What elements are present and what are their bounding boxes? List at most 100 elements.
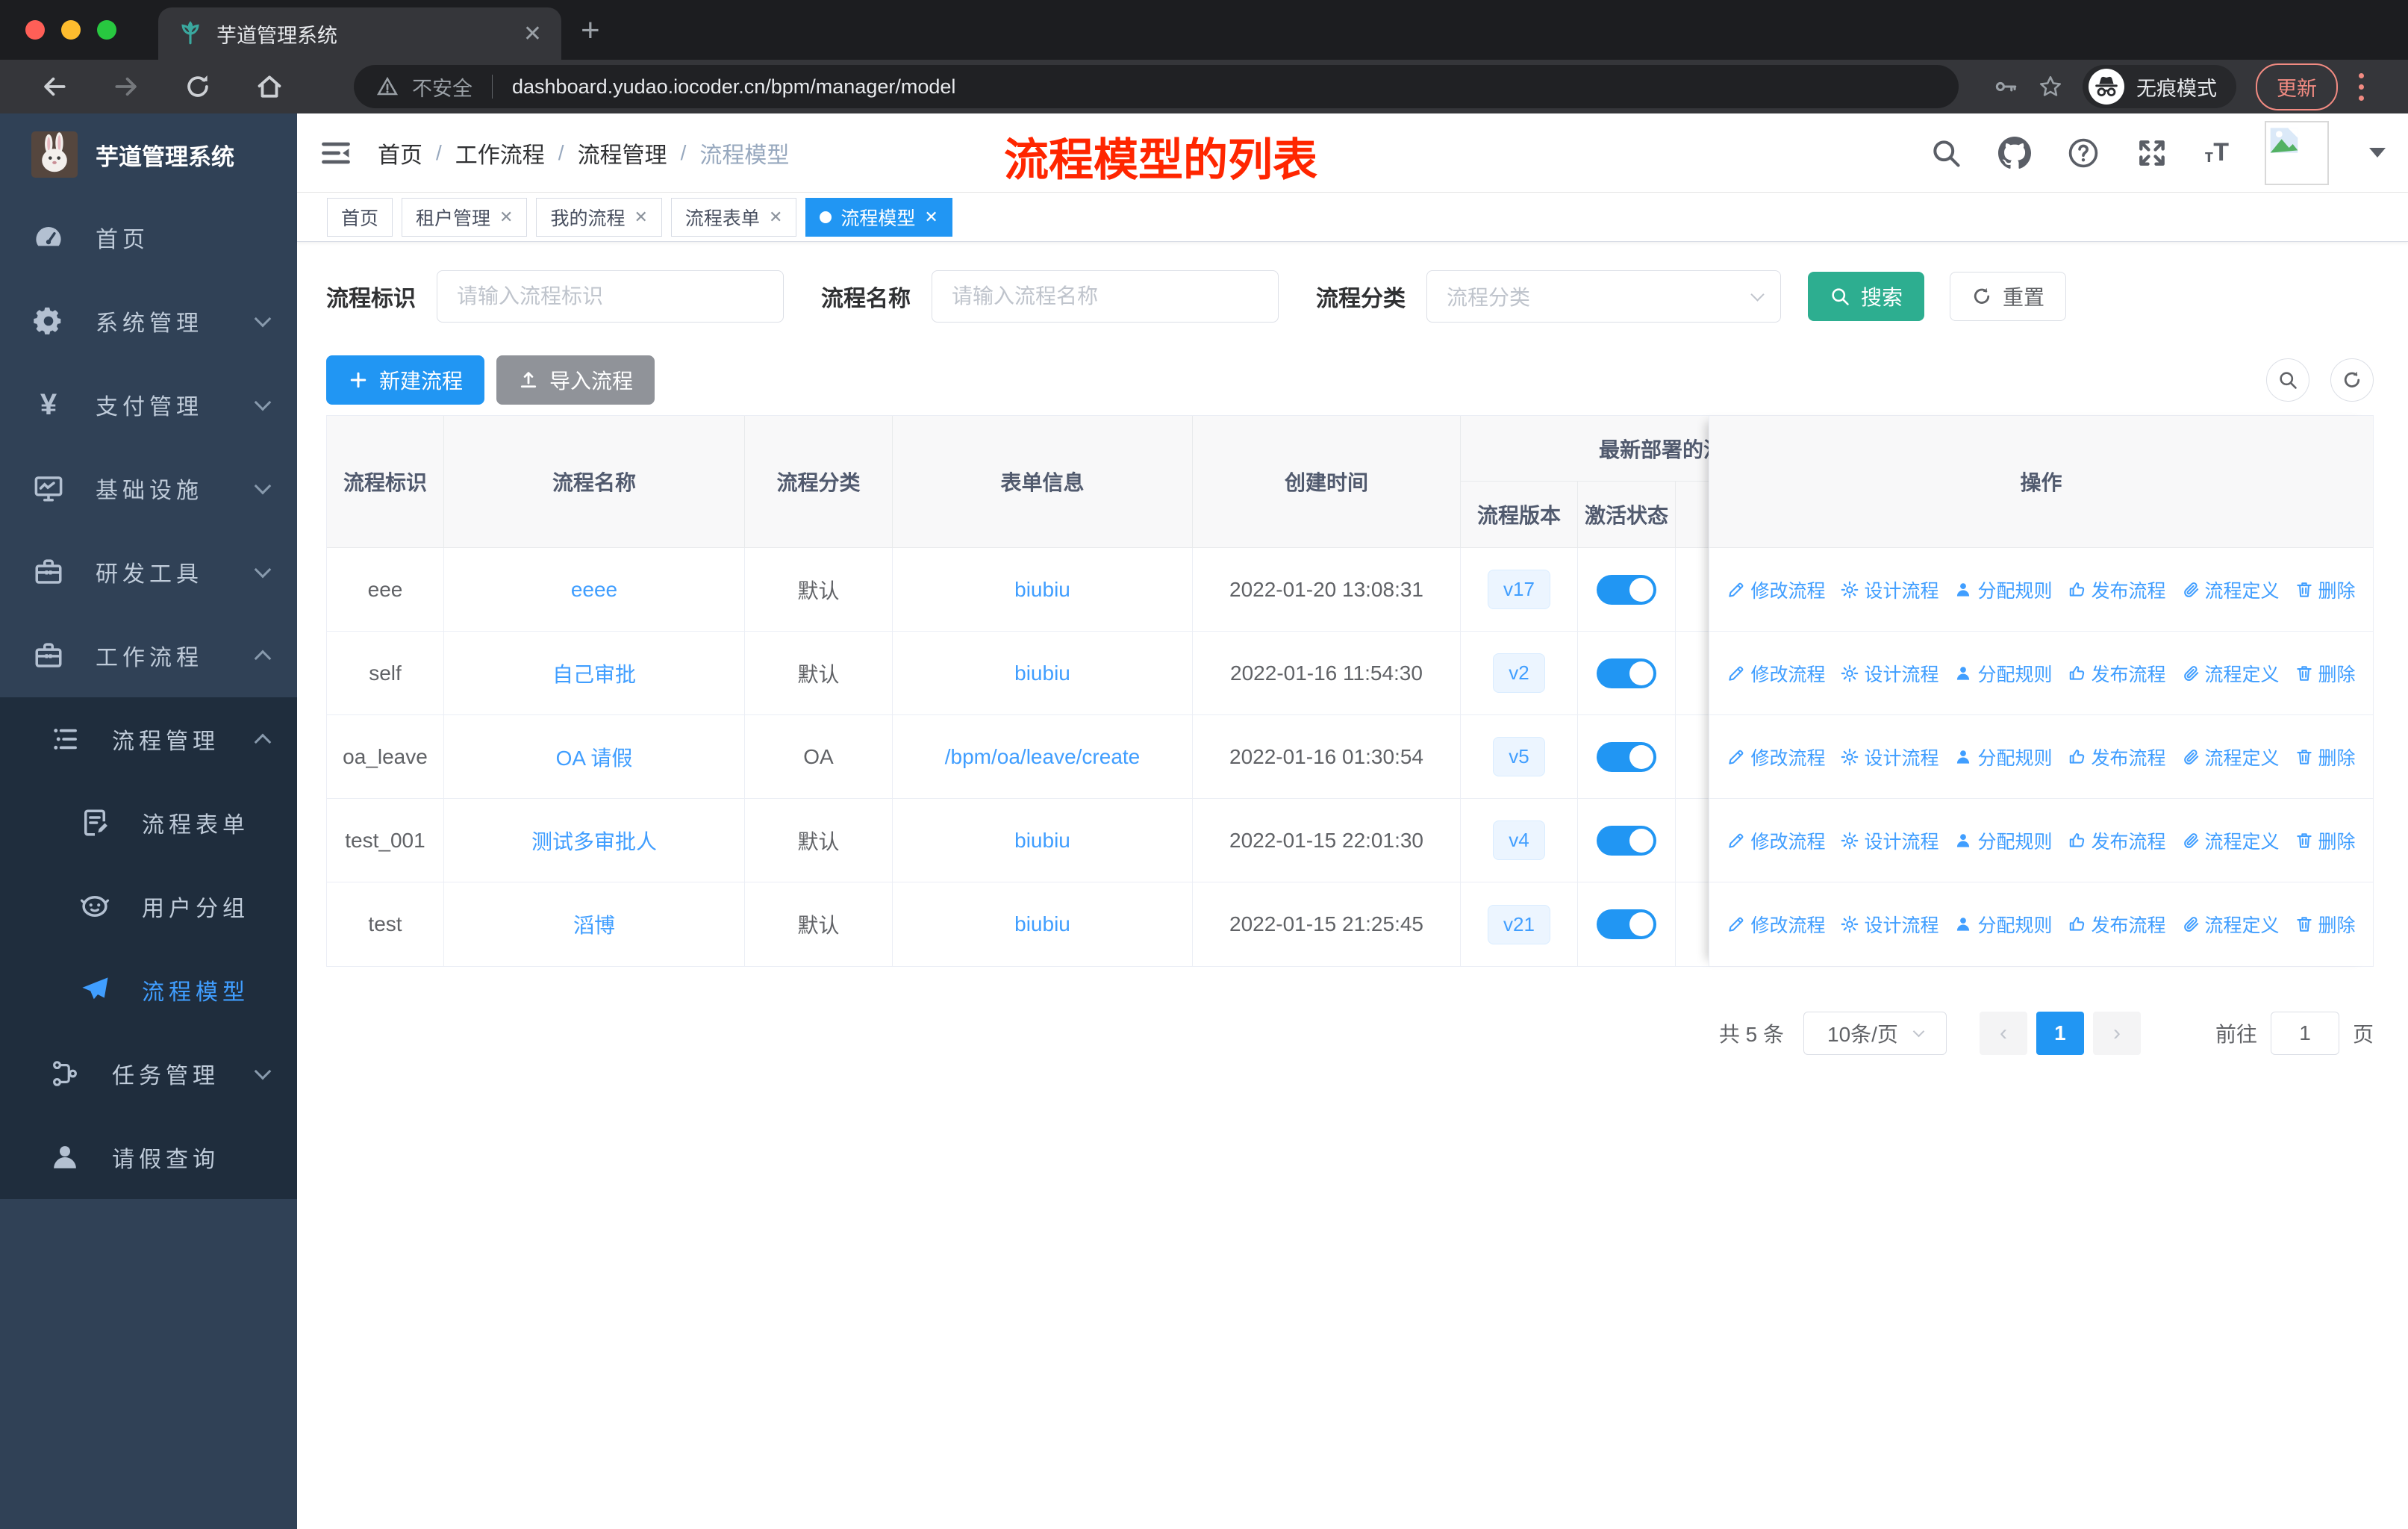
action-trash-link[interactable]: 删除	[2295, 576, 2356, 603]
next-page-button[interactable]: ›	[2092, 1012, 2141, 1055]
browser-menu-icon[interactable]	[2357, 72, 2365, 101]
bookmark-star-icon[interactable]	[2038, 74, 2063, 99]
action-edit-link[interactable]: 修改流程	[1727, 576, 1825, 603]
active-toggle[interactable]	[1597, 574, 1656, 605]
action-publish-link[interactable]: 发布流程	[2068, 576, 2166, 603]
sidebar-collapse-icon[interactable]	[319, 137, 352, 169]
action-user-link[interactable]: 分配规则	[1953, 744, 2053, 770]
action-trash-link[interactable]: 删除	[2295, 911, 2356, 938]
action-publish-link[interactable]: 发布流程	[2068, 744, 2166, 770]
chrome-update-button[interactable]: 更新	[2256, 63, 2338, 110]
action-link-link[interactable]: 流程定义	[2181, 827, 2280, 854]
browser-tab[interactable]: 芋道管理系统 ✕	[158, 7, 561, 60]
prev-page-button[interactable]: ‹	[1979, 1012, 2027, 1055]
process-name-link[interactable]: 自己审批	[552, 658, 636, 688]
action-user-link[interactable]: 分配规则	[1953, 660, 2053, 687]
sidebar-item-home[interactable]: 首页	[0, 196, 297, 279]
form-info-link[interactable]: /bpm/oa/leave/create	[945, 745, 1141, 769]
tag-process-form[interactable]: 流程表单 ✕	[670, 197, 797, 237]
sidebar-item-process-form[interactable]: 流程表单	[0, 781, 297, 865]
search-button[interactable]: 搜索	[1808, 272, 1925, 321]
new-process-button[interactable]: 新建流程	[326, 355, 485, 405]
zoom-window-button[interactable]	[97, 20, 116, 40]
action-gear-link[interactable]: 设计流程	[1840, 660, 1938, 687]
tag-process-model[interactable]: 流程模型 ✕	[805, 197, 952, 237]
sidebar-item-leave-query[interactable]: 请假查询	[0, 1115, 297, 1199]
action-link-link[interactable]: 流程定义	[2181, 660, 2280, 687]
active-toggle[interactable]	[1597, 658, 1656, 688]
action-user-link[interactable]: 分配规则	[1953, 911, 2053, 938]
action-edit-link[interactable]: 修改流程	[1727, 911, 1825, 938]
sidebar-item-system[interactable]: 系统管理	[0, 279, 297, 363]
active-toggle[interactable]	[1597, 825, 1656, 856]
page-number-1[interactable]: 1	[2036, 1012, 2084, 1055]
action-trash-link[interactable]: 删除	[2295, 827, 2356, 854]
back-icon[interactable]	[40, 72, 69, 101]
sidebar-item-infra[interactable]: 基础设施	[0, 446, 297, 530]
reset-button[interactable]: 重置	[1950, 272, 2067, 321]
close-icon[interactable]: ✕	[769, 208, 782, 227]
github-icon[interactable]	[1998, 137, 2031, 169]
address-bar[interactable]: 不安全 dashboard.yudao.iocoder.cn/bpm/manag…	[354, 65, 1959, 108]
action-user-link[interactable]: 分配规则	[1953, 576, 2053, 603]
search-icon[interactable]	[1930, 137, 1962, 169]
close-window-button[interactable]	[25, 20, 45, 40]
tag-home[interactable]: 首页	[327, 197, 393, 237]
process-name-link[interactable]: eeee	[571, 578, 617, 602]
action-edit-link[interactable]: 修改流程	[1727, 744, 1825, 770]
action-publish-link[interactable]: 发布流程	[2068, 827, 2166, 854]
tab-close-icon[interactable]: ✕	[523, 21, 542, 47]
help-icon[interactable]	[2067, 137, 2100, 169]
process-name-link[interactable]: 滔博	[573, 909, 615, 939]
action-link-link[interactable]: 流程定义	[2181, 911, 2280, 938]
action-gear-link[interactable]: 设计流程	[1840, 576, 1938, 603]
breadcrumb-workflow[interactable]: 工作流程	[455, 137, 545, 169]
avatar[interactable]	[2265, 120, 2329, 185]
refresh-table-button[interactable]	[2330, 358, 2374, 402]
sidebar-item-task-mgmt[interactable]: 任务管理	[0, 1032, 297, 1115]
action-gear-link[interactable]: 设计流程	[1840, 827, 1938, 854]
password-key-icon[interactable]	[1993, 74, 2018, 99]
sidebar-item-user-group[interactable]: 用户分组	[0, 865, 297, 948]
sidebar-item-devtools[interactable]: 研发工具	[0, 530, 297, 614]
window-controls[interactable]	[0, 0, 142, 60]
home-icon[interactable]	[255, 72, 284, 101]
toggle-search-button[interactable]	[2266, 358, 2309, 402]
reload-icon[interactable]	[184, 72, 212, 101]
sidebar-item-payment[interactable]: ¥ 支付管理	[0, 363, 297, 446]
action-trash-link[interactable]: 删除	[2295, 660, 2356, 687]
tag-tenant[interactable]: 租户管理 ✕	[402, 197, 528, 237]
process-name-link[interactable]: 测试多审批人	[531, 826, 657, 856]
action-user-link[interactable]: 分配规则	[1953, 827, 2053, 854]
breadcrumb-process-mgmt[interactable]: 流程管理	[578, 137, 667, 169]
form-info-link[interactable]: biubiu	[1014, 829, 1070, 853]
close-icon[interactable]: ✕	[499, 208, 513, 227]
form-info-link[interactable]: biubiu	[1014, 661, 1070, 685]
form-info-link[interactable]: biubiu	[1014, 912, 1070, 936]
fullscreen-icon[interactable]	[2136, 137, 2168, 169]
page-size-select[interactable]: 10条/页	[1803, 1012, 1947, 1055]
process-name-link[interactable]: OA 请假	[556, 742, 633, 772]
close-icon[interactable]: ✕	[634, 208, 647, 227]
action-edit-link[interactable]: 修改流程	[1727, 660, 1825, 687]
breadcrumb-home[interactable]: 首页	[378, 137, 422, 169]
font-size-icon[interactable]: ᴛT	[2204, 138, 2229, 167]
minimize-window-button[interactable]	[61, 20, 81, 40]
action-link-link[interactable]: 流程定义	[2181, 576, 2280, 603]
forward-icon[interactable]	[112, 72, 140, 101]
process-key-input[interactable]	[437, 270, 784, 323]
goto-page-input[interactable]	[2270, 1012, 2339, 1055]
sidebar-item-process-model[interactable]: 流程模型	[0, 948, 297, 1032]
action-publish-link[interactable]: 发布流程	[2068, 660, 2166, 687]
action-gear-link[interactable]: 设计流程	[1840, 911, 1938, 938]
sidebar-item-workflow[interactable]: 工作流程	[0, 614, 297, 697]
import-process-button[interactable]: 导入流程	[496, 355, 655, 405]
sidebar-item-process-mgmt[interactable]: 流程管理	[0, 697, 297, 781]
form-info-link[interactable]: biubiu	[1014, 578, 1070, 602]
new-tab-button[interactable]: +	[581, 12, 600, 49]
action-gear-link[interactable]: 设计流程	[1840, 744, 1938, 770]
tag-my-process[interactable]: 我的流程 ✕	[536, 197, 662, 237]
action-trash-link[interactable]: 删除	[2295, 744, 2356, 770]
action-edit-link[interactable]: 修改流程	[1727, 827, 1825, 854]
category-select[interactable]: 流程分类	[1426, 270, 1781, 323]
